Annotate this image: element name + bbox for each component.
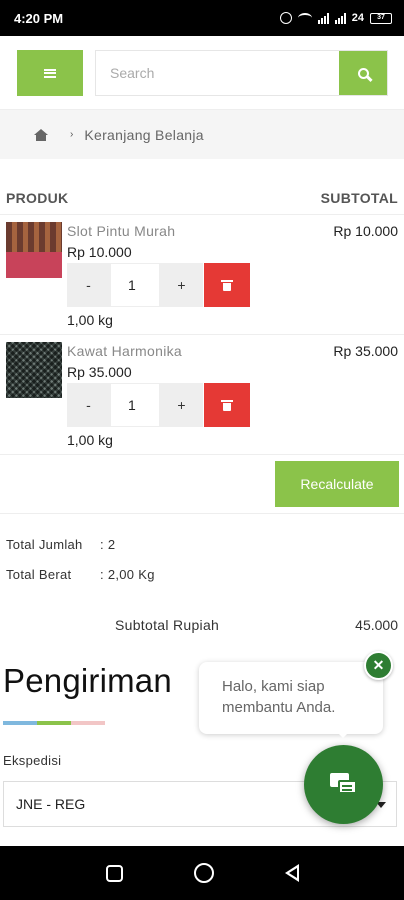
- cart-row: Kawat Harmonika Rp 35.000 Rp 35.000 - 1 …: [0, 335, 404, 455]
- shipping-title: Pengiriman: [3, 662, 172, 699]
- product-price: Rp 10.000: [67, 244, 132, 260]
- recalculate-button[interactable]: Recalculate: [275, 461, 399, 507]
- status-time: 4:20 PM: [14, 10, 64, 26]
- divider-segment: [71, 721, 105, 725]
- subtotal-value: 45.000: [355, 617, 398, 633]
- wifi-icon: [297, 13, 312, 23]
- search-bar: [95, 50, 388, 96]
- ekspedisi-label: Ekspedisi: [3, 753, 62, 768]
- network-speed: 24: [351, 12, 364, 24]
- cart-table-header: PRODUK SUBTOTAL: [0, 181, 404, 215]
- col-subtotal: SUBTOTAL: [320, 189, 398, 206]
- delete-button[interactable]: [204, 383, 250, 427]
- trash-icon: [221, 279, 233, 291]
- section-divider: [3, 721, 105, 725]
- divider-segment: [37, 721, 71, 725]
- search-button[interactable]: [339, 51, 387, 95]
- chat-close-button[interactable]: ✕: [364, 651, 393, 680]
- recent-apps-icon[interactable]: [105, 864, 123, 882]
- total-berat-label: Total Berat: [6, 567, 72, 582]
- qty-minus-button[interactable]: -: [67, 263, 110, 307]
- header: [0, 36, 404, 110]
- qty-plus-button[interactable]: +: [160, 383, 203, 427]
- product-subtotal: Rp 35.000: [333, 343, 398, 359]
- breadcrumb-current: Keranjang Belanja: [84, 126, 204, 143]
- signal-icon-2: [334, 12, 346, 24]
- chat-greeting-bubble[interactable]: Halo, kami siap membantu Anda.: [199, 662, 383, 734]
- quantity-stepper: - 1 +: [67, 383, 250, 427]
- divider-segment: [3, 721, 37, 725]
- product-name[interactable]: Slot Pintu Murah: [67, 223, 175, 239]
- total-jumlah: Total Jumlah : 2: [6, 537, 115, 552]
- trash-icon: [221, 399, 233, 411]
- system-nav-bar: [0, 846, 404, 900]
- qty-input[interactable]: 1: [110, 263, 160, 307]
- chat-message: Halo, kami siap membantu Anda.: [222, 678, 336, 716]
- total-jumlah-label: Total Jumlah: [6, 537, 83, 552]
- total-berat: Total Berat : 2,00 Kg: [6, 567, 155, 582]
- product-image[interactable]: [6, 342, 62, 398]
- qty-minus-button[interactable]: -: [67, 383, 110, 427]
- menu-button[interactable]: [17, 50, 83, 96]
- product-image[interactable]: [6, 222, 62, 278]
- chevron-right-icon: ›: [70, 129, 74, 140]
- alarm-icon: [279, 12, 292, 24]
- breadcrumb: › Keranjang Belanja: [0, 110, 404, 159]
- back-icon[interactable]: [284, 864, 299, 882]
- recalculate-area: Recalculate: [0, 455, 404, 514]
- product-name[interactable]: Kawat Harmonika: [67, 343, 182, 359]
- search-input[interactable]: [96, 51, 339, 95]
- total-berat-value: : 2,00 Kg: [100, 567, 155, 582]
- product-subtotal: Rp 10.000: [333, 223, 398, 239]
- chat-bubble-tail: [335, 730, 351, 738]
- col-product: PRODUK: [6, 189, 69, 206]
- product-weight: 1,00 kg: [67, 432, 113, 448]
- product-weight: 1,00 kg: [67, 312, 113, 328]
- total-jumlah-value: : 2: [100, 537, 116, 552]
- delete-button[interactable]: [204, 263, 250, 307]
- subtotal-label: Subtotal Rupiah: [115, 617, 220, 633]
- home-button-icon[interactable]: [193, 863, 214, 883]
- signal-icon: [317, 12, 329, 24]
- status-bar: 4:20 PM 24 37: [0, 0, 404, 36]
- qty-input[interactable]: 1: [110, 383, 160, 427]
- search-icon: [357, 67, 369, 79]
- chat-button[interactable]: [304, 745, 383, 824]
- ekspedisi-value: JNE - REG: [16, 796, 86, 812]
- quantity-stepper: - 1 +: [67, 263, 250, 307]
- status-icons: 24 37: [279, 12, 392, 24]
- home-icon[interactable]: [34, 128, 48, 141]
- cart-row: Slot Pintu Murah Rp 10.000 Rp 10.000 - 1…: [0, 215, 404, 335]
- hamburger-icon: [44, 68, 56, 78]
- battery-icon: 37: [370, 12, 392, 24]
- chat-icon: [329, 772, 358, 797]
- qty-plus-button[interactable]: +: [160, 263, 203, 307]
- product-price: Rp 35.000: [67, 364, 132, 380]
